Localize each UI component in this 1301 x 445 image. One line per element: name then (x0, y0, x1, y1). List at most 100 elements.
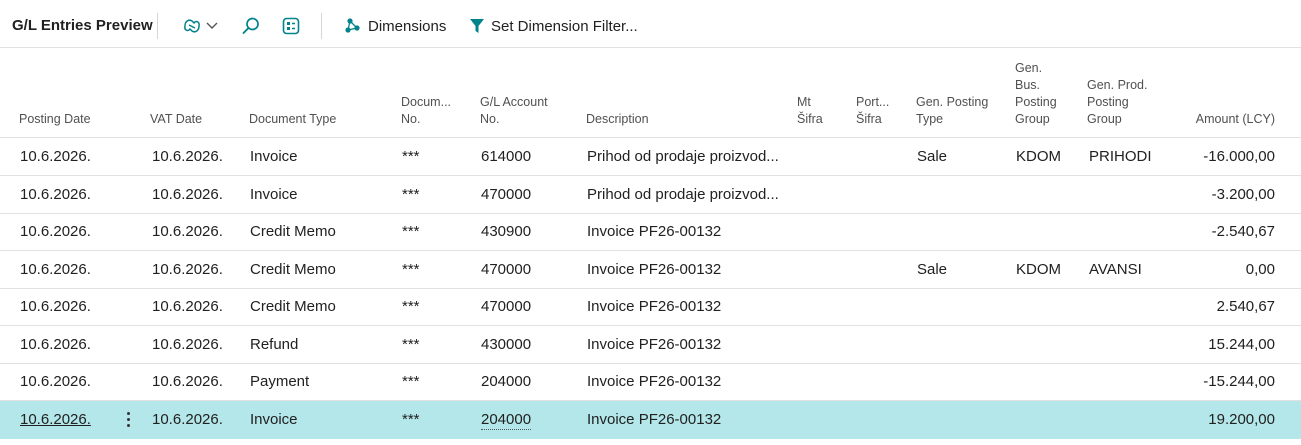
cell-document-type: Refund (250, 335, 299, 353)
column-header-line: Group (1087, 112, 1122, 126)
page-title: G/L Entries Preview (12, 17, 153, 34)
cell-description: Prihod od prodaje proizvod... (587, 148, 779, 165)
column-header-document-no[interactable]: Docum... No. (401, 94, 451, 128)
filter-icon (470, 19, 484, 33)
column-header-line: Port... (856, 95, 890, 109)
cell-description: Invoice PF26-00132 (587, 260, 722, 278)
column-header-document-type[interactable]: Document Type (249, 111, 336, 128)
column-header-gen-prod-posting-group[interactable]: Gen. Prod. Posting Group (1087, 77, 1147, 128)
column-header-line: Group (1015, 112, 1050, 126)
cell-document-no: *** (402, 335, 420, 353)
table-row[interactable]: 10.6.2026. 10.6.2026. Credit Memo *** 470000… (0, 251, 1301, 289)
cell-amount-lcy: 0,00 (1245, 260, 1275, 278)
cell-vat-date: 10.6.2026. (152, 148, 223, 165)
cell-gl-account-no: 470000 (481, 260, 532, 278)
copilot-button[interactable] (181, 15, 219, 37)
column-header-line: Description (586, 112, 649, 126)
table-row[interactable]: 10.6.2026. 10.6.2026. Credit Memo *** 430900… (0, 213, 1301, 251)
layout-button[interactable] (281, 15, 301, 37)
cell-vat-date: 10.6.2026. (152, 223, 223, 240)
toolbar-divider (321, 13, 322, 39)
cell-document-type: Payment (250, 373, 310, 390)
cell-vat-date: 10.6.2026. (152, 185, 223, 203)
copilot-icon (184, 19, 200, 33)
cell-document-no: *** (402, 223, 420, 240)
cell-posting-date: 10.6.2026. (20, 185, 91, 203)
cell-amount-lcy: -16.000,00 (1203, 148, 1275, 165)
cell-amount-lcy: -15.244,00 (1203, 373, 1275, 390)
table-row[interactable]: 10.6.2026. 10.6.2026. Invoice *** 614000 Prih… (0, 138, 1301, 176)
table-row[interactable]: 10.6.2026. 10.6.2026. Refund *** 430000 Invoi… (0, 326, 1301, 364)
column-header-amount-lcy[interactable]: Amount (LCY) (1196, 111, 1275, 128)
cell-document-no: *** (402, 148, 420, 165)
set-dimension-filter-label: Set Dimension Filter... (491, 17, 638, 35)
column-header-gen-posting-type[interactable]: Gen. Posting Type (916, 94, 988, 128)
column-header-port-sifra[interactable]: Port... Šifra (856, 94, 889, 128)
cell-posting-date: 10.6.2026. (20, 148, 91, 165)
table-row[interactable]: 10.6.2026. 10.6.2026. Invoice *** 470000 Prih… (0, 176, 1301, 214)
column-header-line: Posting (1087, 95, 1129, 109)
cell-document-type: Invoice (250, 410, 298, 428)
cell-document-no: *** (402, 410, 420, 428)
column-header-vat-date[interactable]: VAT Date (150, 111, 202, 128)
search-button[interactable] (241, 15, 261, 37)
table-row[interactable]: 10.6.2026. 10.6.2026. Payment *** 204000 Invo… (0, 363, 1301, 401)
column-header-line: Posting Date (19, 112, 91, 126)
column-header-description[interactable]: Description (586, 111, 649, 128)
toolbar-divider (157, 13, 158, 39)
cell-amount-lcy: -2.540,67 (1211, 223, 1275, 240)
cell-document-no: *** (402, 373, 420, 390)
cell-gl-account-no: 430000 (481, 335, 532, 353)
column-header-gl-account-no[interactable]: G/L Account No. (480, 94, 548, 128)
row-actions-icon[interactable] (124, 409, 132, 431)
column-header-line: No. (401, 112, 421, 126)
cell-gen-bus-posting-group: KDOM (1016, 260, 1061, 278)
cell-description: Prihod od prodaje proizvod... (587, 185, 779, 203)
cell-vat-date: 10.6.2026. (152, 410, 223, 428)
cell-document-no: *** (402, 185, 420, 203)
cell-document-type: Invoice (250, 185, 298, 203)
cell-amount-lcy: 15.244,00 (1208, 335, 1275, 353)
cell-gl-account-no: 470000 (481, 185, 532, 203)
dimensions-icon (345, 18, 360, 33)
cell-gen-prod-posting-group: PRIHODI (1089, 148, 1152, 165)
column-header-line: Šifra (856, 112, 882, 126)
column-header-line: Posting (1015, 95, 1057, 109)
cell-posting-date: 10.6.2026. (20, 260, 91, 278)
column-header-line: VAT Date (150, 112, 203, 126)
cell-amount-lcy: 2.540,67 (1216, 298, 1275, 315)
cell-gl-account-no[interactable]: 204000 (481, 411, 532, 430)
cell-posting-date: 10.6.2026. (20, 373, 91, 390)
cell-gen-posting-type: Sale (917, 148, 948, 165)
column-header-line: Document Type (249, 112, 337, 126)
column-header-mt-sifra[interactable]: Mt Šifra (797, 94, 823, 128)
cell-document-no: *** (402, 298, 420, 315)
set-dimension-filter-button[interactable]: Set Dimension Filter... (469, 15, 638, 37)
cell-gl-account-no: 614000 (481, 148, 532, 165)
cell-description: Invoice PF26-00132 (587, 298, 722, 315)
chevron-down-icon (206, 22, 218, 29)
cell-posting-date: 10.6.2026. (20, 335, 91, 353)
dimensions-label: Dimensions (368, 17, 447, 35)
cell-gl-account-no: 470000 (481, 298, 532, 315)
cell-posting-date[interactable]: 10.6.2026. (20, 411, 91, 429)
cell-description: Invoice PF26-00132 (587, 373, 722, 390)
table-row[interactable]: 10.6.2026. 10.6.2026. Credit Memo *** 470000… (0, 288, 1301, 326)
column-header-line: Type (916, 112, 944, 126)
cell-document-type: Credit Memo (250, 223, 336, 240)
cell-gen-prod-posting-group: AVANSI (1089, 260, 1142, 278)
dimensions-button[interactable]: Dimensions (344, 15, 446, 37)
column-header-gen-bus-posting-group[interactable]: Gen. Bus. Posting Group (1015, 60, 1057, 128)
cell-document-type: Invoice (250, 148, 298, 165)
column-header-posting-date[interactable]: Posting Date (19, 111, 91, 128)
cell-document-no: *** (402, 260, 420, 278)
cell-description: Invoice PF26-00132 (587, 410, 722, 428)
table-row[interactable]: 10.6.2026. 10.6.2026. Invoice *** 204000 Invo… (0, 400, 1301, 439)
cell-gen-posting-type: Sale (917, 260, 948, 278)
cell-gen-bus-posting-group: KDOM (1016, 148, 1061, 165)
cell-vat-date: 10.6.2026. (152, 298, 223, 315)
dot (126, 418, 130, 421)
column-header-line: Mt (797, 95, 811, 109)
dot (126, 424, 130, 427)
column-header-line: Gen. Posting (916, 95, 989, 109)
